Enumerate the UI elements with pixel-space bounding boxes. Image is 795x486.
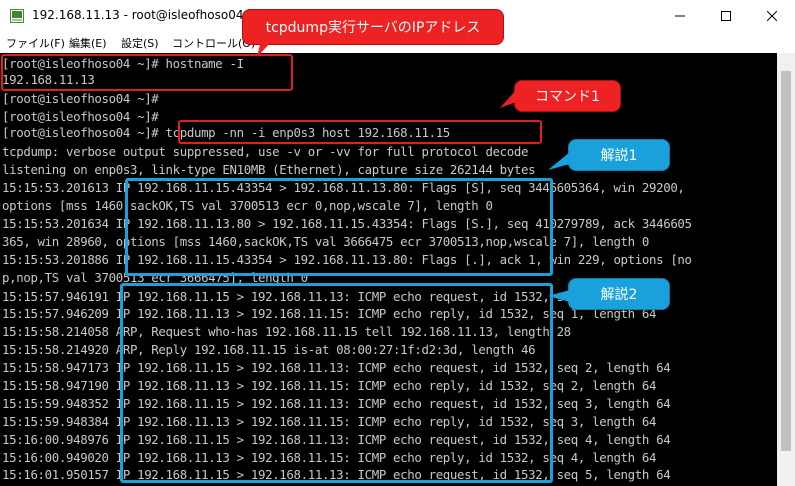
minimize-icon [675,15,685,17]
terminal-line: [root@isleofhoso04 ~]# [2,91,159,106]
window-title: 192.168.11.13 - root@isleofhoso04:~ VT [32,8,277,22]
close-icon [767,11,777,21]
scrollbar-thumb[interactable] [781,71,791,451]
explanation2-highlight-box [120,283,553,483]
command-callout-pointer [500,90,516,108]
terminal-app-icon [10,9,24,23]
explanation1-callout: 解説1 [568,139,670,171]
explanation1-highlight-box [125,178,553,276]
menu-file[interactable]: ファイル(F) [6,35,65,51]
maximize-icon [721,11,731,21]
command-highlight-box [178,120,542,144]
menu-edit[interactable]: 編集(E) [69,35,107,51]
explanation2-callout: 解説2 [568,278,670,310]
maximize-button[interactable] [703,0,749,32]
ip-address-callout: tcpdump実行サーバのIPアドレス [242,9,504,45]
hostname-highlight-box [1,54,293,91]
explanation1-callout-pointer [548,152,570,170]
close-button[interactable] [749,0,795,32]
command-callout: コマンド1 [514,80,621,112]
terminal-line: tcpdump: verbose output suppressed, use … [2,144,529,159]
vertical-scrollbar[interactable] [777,53,795,486]
explanation2-callout-pointer [548,290,570,302]
ip-callout-pointer [257,40,273,57]
menu-settings[interactable]: 設定(S) [121,35,159,51]
minimize-button[interactable] [657,0,703,32]
terminal-line: listening on enp0s3, link-type EN10MB (E… [2,162,536,177]
